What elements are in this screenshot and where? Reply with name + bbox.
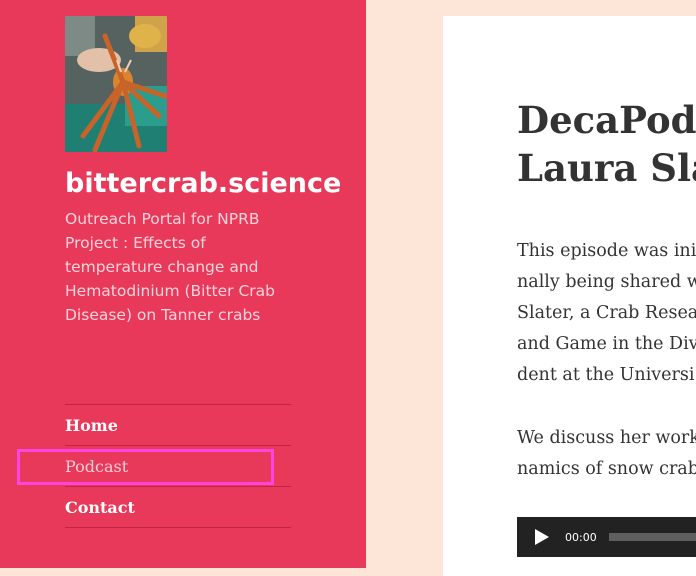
article-title-line: DecaPod — [517, 98, 696, 142]
nav-link-contact[interactable]: Contact — [65, 498, 135, 517]
paragraph-line: and Game in the Div — [517, 334, 696, 354]
audio-progress-bar[interactable] — [608, 533, 696, 541]
site-description: Outreach Portal for NPRB Project : Effec… — [65, 210, 275, 324]
paragraph-line: We discuss her work — [517, 428, 696, 448]
audio-current-time: 00:00 — [565, 530, 597, 544]
paragraph-line: nally being shared w — [517, 272, 696, 292]
crab-photo-image — [65, 16, 167, 152]
play-icon — [535, 529, 549, 545]
nav-item-home: Home — [65, 405, 291, 446]
nav-item-contact: Contact — [65, 487, 291, 528]
main-navigation: Home Podcast Contact — [65, 404, 291, 528]
play-button[interactable] — [535, 528, 553, 546]
article-title: DecaPod Laura Sla — [517, 96, 696, 192]
nav-link-podcast[interactable]: Podcast — [65, 457, 128, 476]
article-panel: DecaPod Laura Sla This episode was ini n… — [443, 16, 696, 576]
paragraph-line: dent at the Universi — [517, 365, 695, 385]
nav-link-home[interactable]: Home — [65, 416, 118, 435]
paragraph-line: Slater, a Crab Resear — [517, 303, 696, 323]
site-title[interactable]: bittercrab.science — [65, 166, 341, 202]
paragraph-line: namics of snow crab — [517, 459, 696, 479]
paragraph-line: This episode was ini — [517, 241, 696, 261]
sidebar: bittercrab.science Outreach Portal for N… — [0, 0, 366, 568]
article-title-line: Laura Sla — [517, 146, 696, 190]
audio-player: 00:00 — [517, 517, 696, 557]
nav-item-podcast: Podcast — [65, 446, 291, 487]
site-logo-crab-photo[interactable] — [65, 16, 167, 152]
